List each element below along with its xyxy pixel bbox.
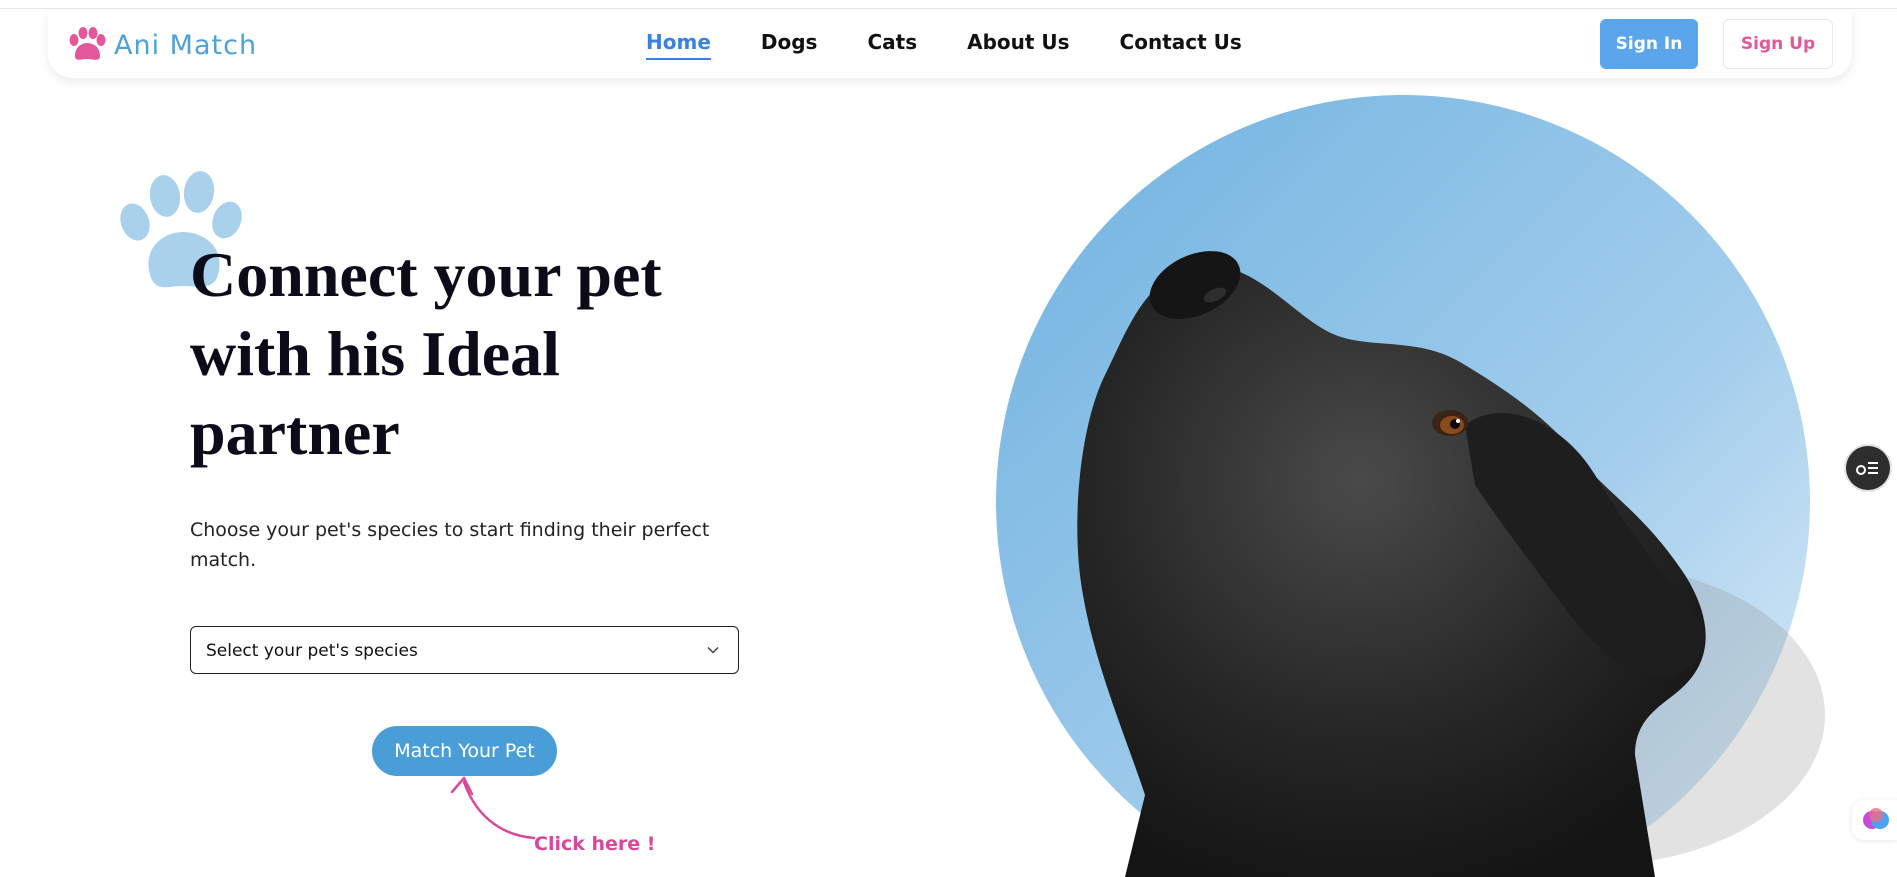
species-select[interactable]: Select your pet's species (190, 626, 739, 674)
hero-subtext: Choose your pet's species to start findi… (190, 519, 710, 571)
brain-icon[interactable] (1852, 800, 1897, 840)
paw-icon (69, 27, 106, 60)
nav-home[interactable]: Home (646, 30, 711, 60)
navbar: Ani Match Home Dogs Cats About Us Contac… (48, 10, 1852, 78)
nav-dogs[interactable]: Dogs (761, 30, 818, 60)
species-select-value: Select your pet's species (206, 641, 418, 661)
sign-in-button[interactable]: Sign In (1600, 19, 1698, 69)
top-border (0, 8, 1897, 9)
hero-headline: Connect your pet with his Ideal partner (190, 239, 662, 468)
chevron-down-icon (707, 646, 719, 654)
main-nav: Home Dogs Cats About Us Contact Us (646, 30, 1292, 60)
nav-about-us[interactable]: About Us (967, 30, 1069, 60)
curved-arrow-icon (450, 776, 536, 840)
hero-image (995, 95, 1835, 877)
labrador-dog-image (996, 95, 1825, 877)
settings-list-icon[interactable] (1846, 446, 1890, 490)
nav-contact-us[interactable]: Contact Us (1120, 30, 1242, 60)
match-your-pet-button[interactable]: Match Your Pet (372, 726, 557, 776)
logo[interactable]: Ani Match (66, 26, 257, 64)
nav-cats[interactable]: Cats (867, 30, 917, 60)
click-here-hint: Click here ! (534, 833, 656, 855)
sign-up-button[interactable]: Sign Up (1723, 19, 1833, 69)
brand-name: Ani Match (114, 29, 258, 61)
